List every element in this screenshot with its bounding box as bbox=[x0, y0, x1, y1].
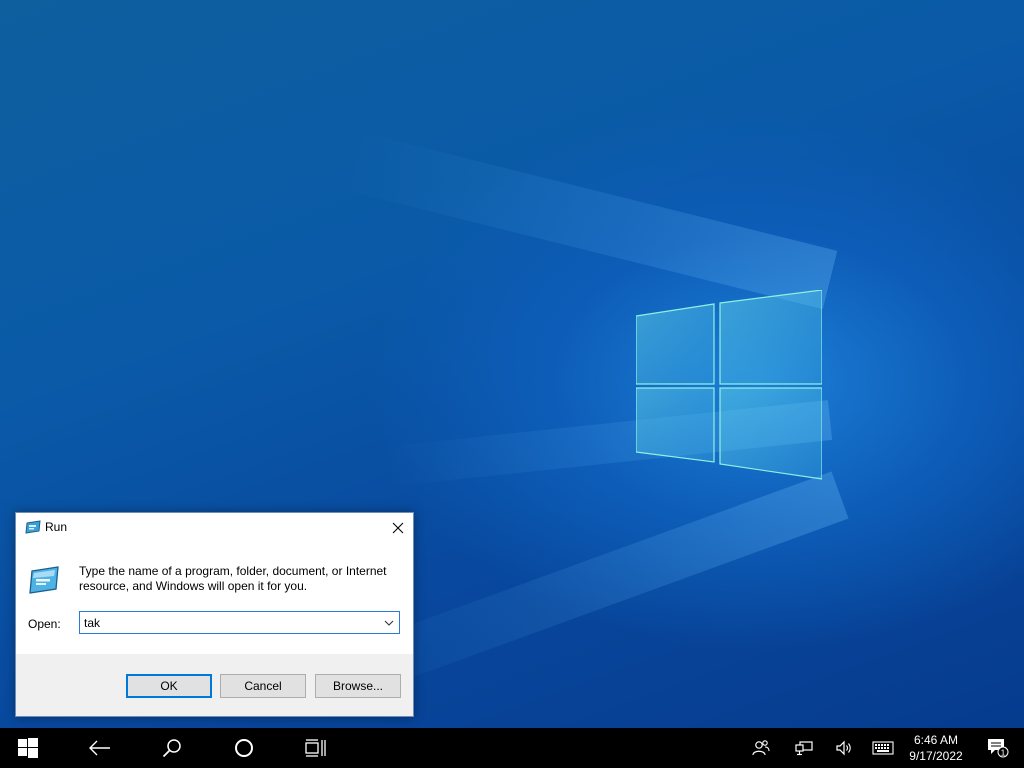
taskbar: 6:46 AM 9/17/2022 1 bbox=[0, 728, 1024, 768]
open-combobox[interactable] bbox=[79, 611, 400, 634]
windows-logo-wallpaper bbox=[636, 290, 822, 480]
clock-time: 6:46 AM bbox=[913, 733, 959, 747]
keyboard-icon bbox=[872, 741, 894, 755]
run-description: Type the name of a program, folder, docu… bbox=[79, 564, 387, 593]
clock-date: 9/17/2022 bbox=[909, 749, 963, 763]
run-title: Run bbox=[45, 520, 68, 534]
start-button[interactable] bbox=[0, 728, 56, 768]
task-view-button[interactable] bbox=[292, 728, 340, 768]
notification-count: 1 bbox=[1001, 747, 1006, 757]
back-button[interactable] bbox=[76, 728, 124, 768]
run-footer: OK Cancel Browse... bbox=[16, 654, 413, 716]
start-icon bbox=[18, 738, 38, 758]
run-title-bar[interactable]: Run bbox=[16, 513, 413, 542]
cancel-button[interactable]: Cancel bbox=[220, 674, 306, 698]
browse-button[interactable]: Browse... bbox=[315, 674, 401, 698]
keyboard-button[interactable] bbox=[866, 728, 900, 768]
network-icon bbox=[795, 741, 813, 756]
chevron-down-icon bbox=[384, 620, 394, 626]
volume-icon bbox=[836, 740, 851, 756]
network-button[interactable] bbox=[788, 728, 820, 768]
run-large-icon bbox=[29, 566, 59, 594]
cortana-icon bbox=[235, 739, 253, 757]
close-button[interactable] bbox=[383, 513, 413, 542]
people-button[interactable] bbox=[744, 728, 778, 768]
notification-icon: 1 bbox=[988, 739, 1009, 758]
open-label: Open: bbox=[28, 617, 61, 631]
clock[interactable]: 6:46 AM 9/17/2022 bbox=[898, 728, 974, 768]
ok-button[interactable]: OK bbox=[126, 674, 212, 698]
open-input[interactable] bbox=[80, 612, 378, 633]
run-icon bbox=[25, 520, 41, 534]
cortana-button[interactable] bbox=[220, 728, 268, 768]
volume-button[interactable] bbox=[828, 728, 860, 768]
open-dropdown-button[interactable] bbox=[379, 612, 399, 633]
search-icon bbox=[162, 739, 181, 758]
light-beam bbox=[337, 129, 838, 310]
action-center-button[interactable]: 1 bbox=[980, 728, 1016, 768]
close-icon bbox=[392, 522, 404, 533]
run-dialog: Run Type the name of a program, folder, … bbox=[15, 512, 414, 717]
people-icon bbox=[752, 740, 770, 756]
task-view-icon bbox=[305, 739, 326, 757]
search-button[interactable] bbox=[148, 728, 196, 768]
back-icon bbox=[89, 740, 110, 756]
